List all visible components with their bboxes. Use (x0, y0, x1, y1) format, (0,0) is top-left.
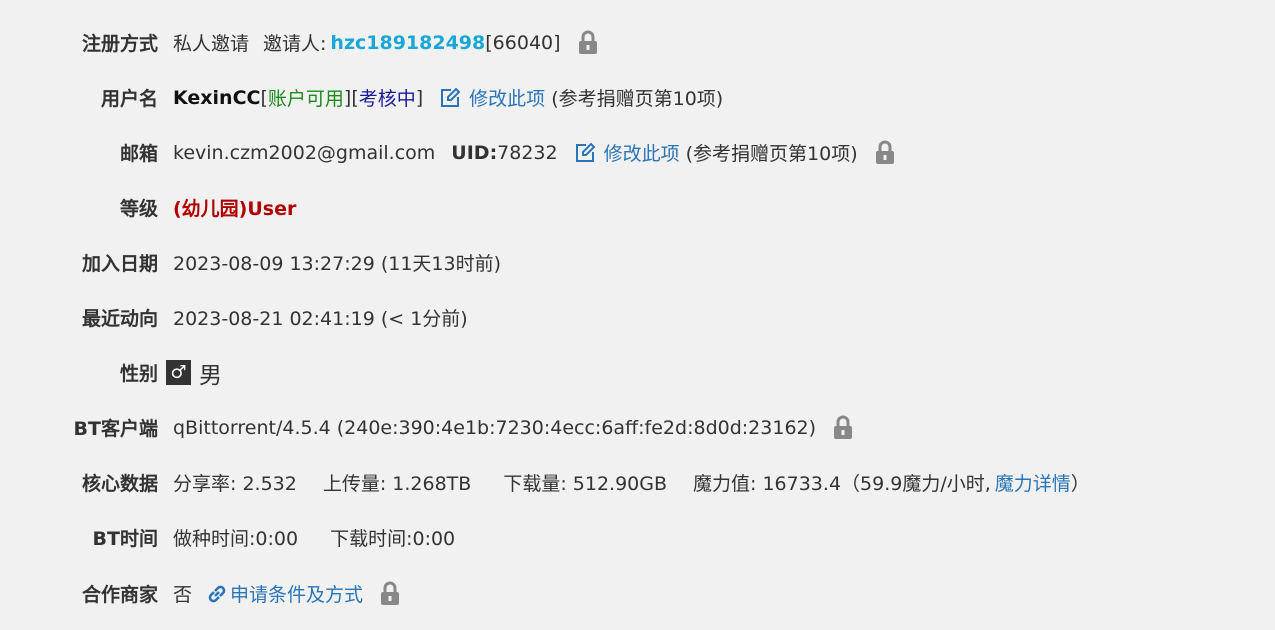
level-label: 等级 (119, 198, 158, 220)
download-time: 下载时间:0:00 (330, 528, 456, 550)
bt-client-text: qBittorrent/4.5.4 (240e:390:4e1b:7230:4e… (173, 416, 817, 439)
core-data-label: 核心数据 (81, 473, 158, 495)
inviter-name-link[interactable]: hzc189182498 (330, 32, 485, 54)
lock-icon (379, 581, 401, 607)
registration-label: 注册方式 (81, 33, 158, 55)
row-gender: 性别 ♂ 男 (0, 345, 1275, 400)
email-value: kevin.czm2002@gmail.com UID: 78232 修改此项 … (173, 139, 896, 166)
bracket-mid: ][ (343, 86, 359, 109)
edit-username-link[interactable]: 修改此项 (469, 84, 545, 111)
inviter-prefix: 邀请人: (263, 33, 327, 55)
bt-time-label: BT时间 (92, 528, 158, 550)
email-address: kevin.czm2002@gmail.com (173, 141, 436, 164)
bt-client-value: qBittorrent/4.5.4 (240e:390:4e1b:7230:4e… (173, 415, 854, 441)
row-level: 等级 (幼儿园)User (0, 180, 1275, 235)
registration-method: 私人邀请 (173, 33, 250, 55)
magic-value: 魔力值: 16733.4（59.9魔力/小时, (693, 473, 991, 495)
username-text: KexinCC (173, 86, 261, 109)
username-label: 用户名 (100, 88, 158, 110)
edit-email-note: (参考捐赠页第10项) (685, 143, 858, 165)
username-value: KexinCC [ 账户可用 ][ 考核中 ] 修改此项 (参考捐赠页第10项) (173, 84, 723, 111)
seed-time: 做种时间:0:00 (173, 528, 299, 550)
user-class-badge: (幼儿园)User (173, 198, 297, 220)
magic-close: ） (1070, 473, 1090, 495)
edit-email-link[interactable]: 修改此项 (604, 139, 680, 166)
partner-label: 合作商家 (81, 584, 158, 606)
bracket-open: [ (260, 86, 268, 109)
row-bt-time: BT时间 做种时间:0:00 下载时间:0:00 (0, 510, 1275, 565)
edit-icon[interactable] (574, 142, 596, 164)
lock-icon (874, 140, 896, 166)
row-core-data: 核心数据 分享率: 2.532 上传量: 1.268TB 下载量: 512.90… (0, 455, 1275, 510)
joined-label: 加入日期 (81, 253, 158, 275)
account-status-badge: 账户可用 (267, 88, 344, 110)
partner-apply-link[interactable]: 申请条件及方式 (230, 580, 363, 607)
row-joined: 加入日期 2023-08-09 13:27:29 (11天13时前) (0, 235, 1275, 290)
uploaded: 上传量: 1.268TB (322, 473, 472, 495)
uid-value: 78232 (497, 141, 558, 164)
row-email: 邮箱 kevin.czm2002@gmail.com UID: 78232 修改… (0, 125, 1275, 180)
downloaded: 下载量: 512.90GB (503, 473, 668, 495)
last-action-label: 最近动向 (81, 308, 158, 330)
row-partner: 合作商家 否 申请条件及方式 (0, 566, 1275, 621)
email-label: 邮箱 (119, 143, 158, 165)
registration-value: 私人邀请 邀请人: hzc189182498 [66040] (173, 29, 599, 56)
gender-text: 男 (199, 362, 222, 389)
link-icon[interactable] (206, 583, 228, 605)
gender-value: ♂ 男 (158, 356, 222, 390)
level-value: (幼儿园)User (173, 194, 296, 221)
last-action-date: 2023-08-21 02:41:19 (< 1分前) (173, 308, 468, 330)
user-profile-panel: 注册方式 私人邀请 邀请人: hzc189182498 [66040] 用户名 … (0, 0, 1275, 630)
core-data-value: 分享率: 2.532 上传量: 1.268TB 下载量: 512.90GB 魔力… (173, 469, 1090, 496)
edit-icon[interactable] (439, 87, 461, 109)
row-username: 用户名 KexinCC [ 账户可用 ][ 考核中 ] 修改此项 (参考捐赠页第… (0, 70, 1275, 125)
joined-value: 2023-08-09 13:27:29 (11天13时前) (173, 249, 501, 276)
bracket-close: ] (415, 86, 424, 109)
partner-value: 否 申请条件及方式 (173, 580, 401, 607)
gender-label: 性别 (119, 363, 158, 385)
inviter-id: [66040] (485, 31, 561, 54)
male-icon: ♂ (166, 360, 191, 385)
uid-label: UID: (451, 141, 498, 164)
joined-date: 2023-08-09 13:27:29 (11天13时前) (173, 253, 502, 275)
row-last-action: 最近动向 2023-08-21 02:41:19 (< 1分前) (0, 290, 1275, 345)
lock-icon (832, 415, 854, 441)
assessment-status-badge: 考核中 (358, 88, 416, 110)
share-ratio: 分享率: 2.532 (173, 473, 297, 495)
bt-client-label: BT客户端 (73, 418, 158, 440)
row-bt-client: BT客户端 qBittorrent/4.5.4 (240e:390:4e1b:7… (0, 400, 1275, 455)
magic-details-link[interactable]: 魔力详情 (995, 469, 1071, 496)
partner-status: 否 (173, 584, 193, 606)
lock-icon (577, 30, 599, 56)
edit-username-note: (参考捐赠页第10项) (551, 88, 724, 110)
row-registration: 注册方式 私人邀请 邀请人: hzc189182498 [66040] (0, 15, 1275, 70)
bt-time-value: 做种时间:0:00 下载时间:0:00 (173, 524, 455, 551)
last-action-value: 2023-08-21 02:41:19 (< 1分前) (173, 304, 468, 331)
